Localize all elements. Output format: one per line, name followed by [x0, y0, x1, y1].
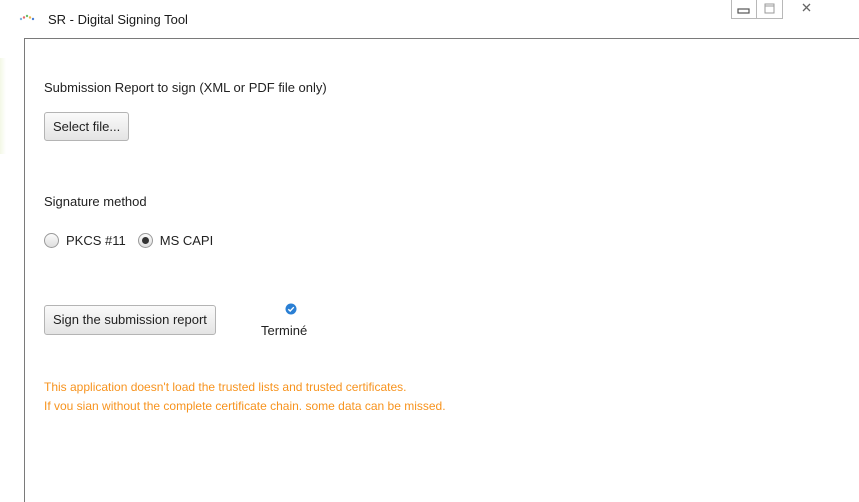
minimize-icon: [737, 8, 750, 14]
warning-line-2: If vou sian without the complete certifi…: [44, 399, 446, 413]
radio-label-pkcs11: PKCS #11: [66, 233, 126, 248]
window-title: SR - Digital Signing Tool: [48, 12, 188, 27]
status-text: Terminé: [261, 323, 308, 338]
minimize-button[interactable]: [731, 0, 757, 19]
warning-line-1: This application doesn't load the truste…: [44, 380, 407, 394]
maximize-button[interactable]: [757, 0, 783, 19]
check-circle-icon: [285, 303, 297, 315]
close-button[interactable]: [783, 0, 829, 19]
app-window: SR - Digital Signing Tool Submission Rep…: [0, 0, 859, 502]
file-section-label: Submission Report to sign (XML or PDF fi…: [44, 80, 327, 95]
content-panel: [24, 38, 859, 502]
signature-method-label: Signature method: [44, 194, 147, 209]
app-logo-icon: [19, 14, 35, 21]
select-file-button[interactable]: Select file...: [44, 112, 130, 141]
radio-label-mscapi: MS CAPI: [159, 233, 214, 248]
maximize-icon: [764, 3, 775, 14]
signature-method-radio-group: PKCS #11 MS CAPI: [44, 233, 225, 248]
radio-mscapi[interactable]: [137, 233, 153, 248]
title-bar: SR - Digital Signing Tool: [0, 0, 859, 38]
window-edge-accent: [0, 58, 6, 154]
window-controls: [731, 0, 829, 20]
close-icon: [802, 3, 811, 12]
radio-pkcs11[interactable]: [44, 233, 59, 248]
radio-option-mscapi[interactable]: MS CAPI: [137, 233, 214, 248]
radio-option-pkcs11[interactable]: PKCS #11: [44, 233, 126, 248]
sign-report-button[interactable]: Sign the submission report: [44, 305, 216, 335]
